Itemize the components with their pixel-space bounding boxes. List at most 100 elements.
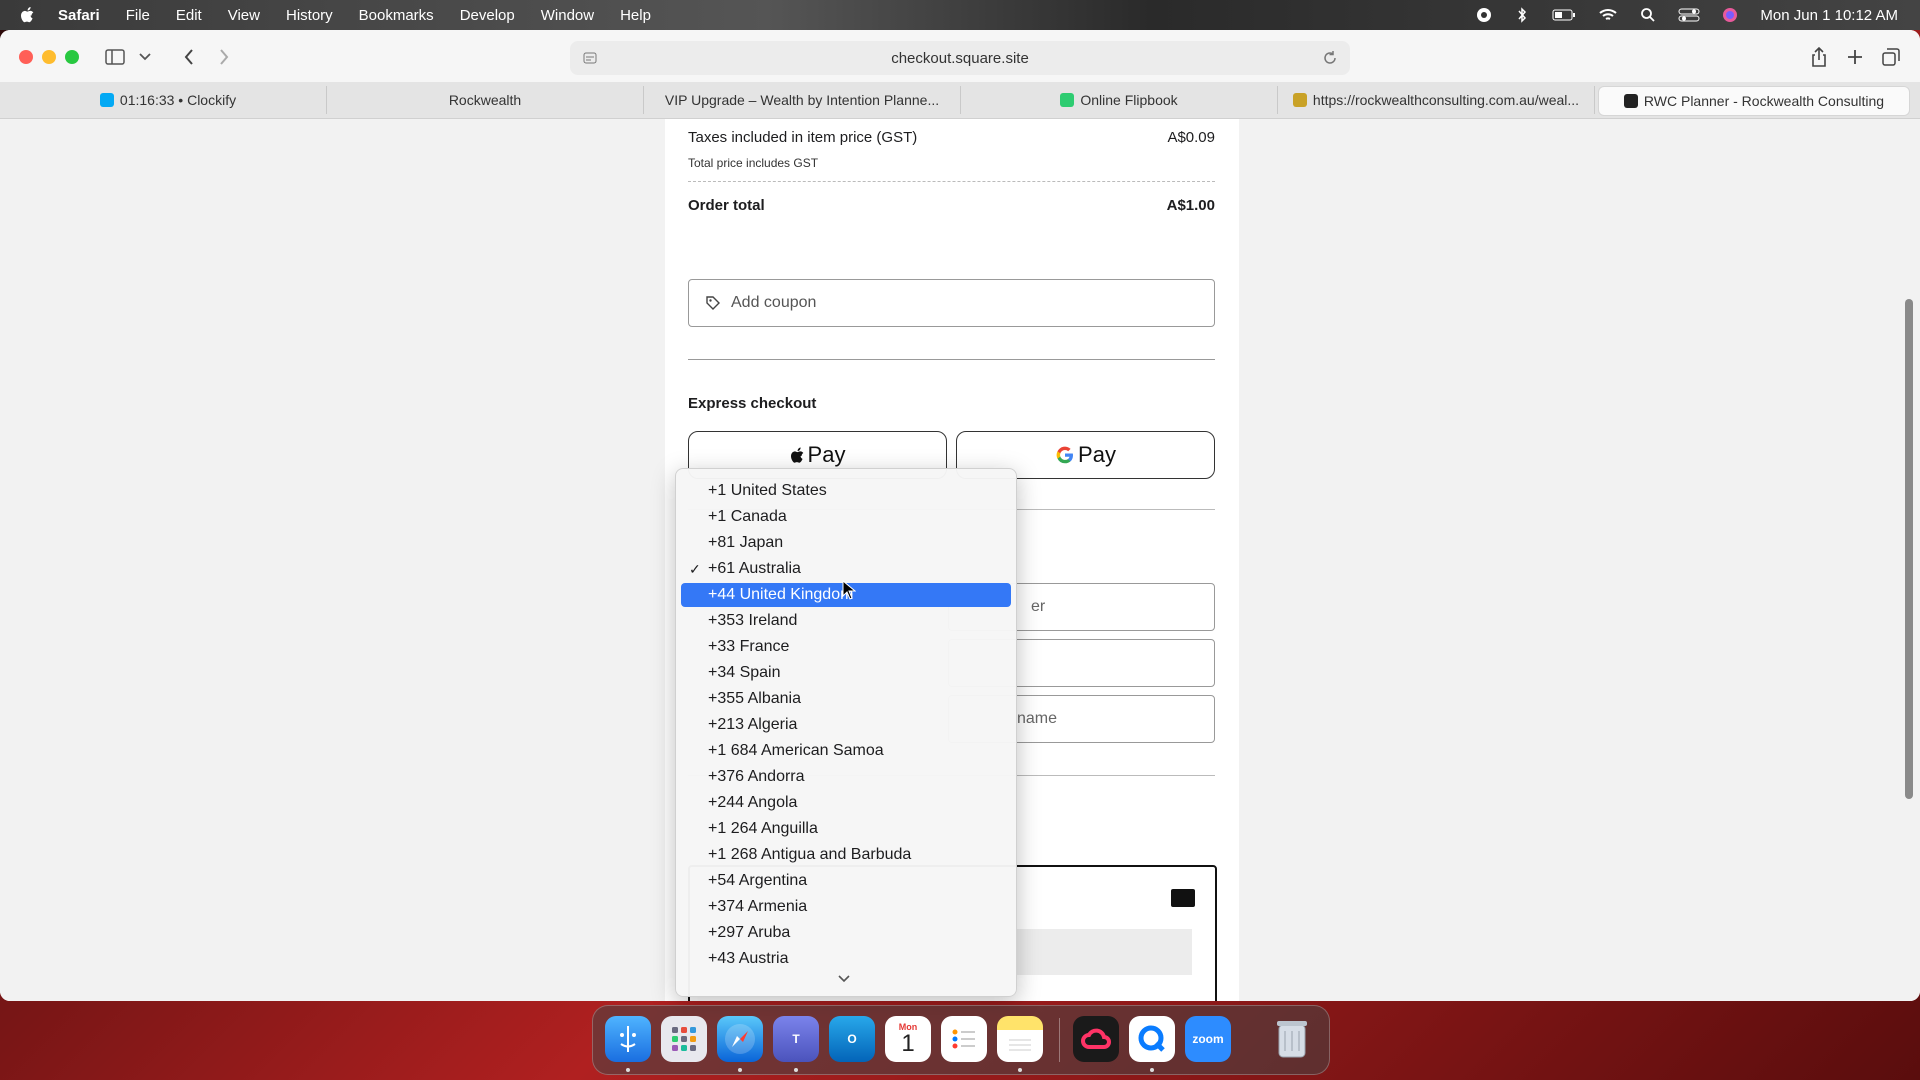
option-label: +213 Algeria [708, 716, 798, 733]
menu-bookmarks[interactable]: Bookmarks [359, 7, 434, 24]
dropdown-option[interactable]: +244 Angola [681, 791, 1011, 815]
teams-icon[interactable]: T [773, 1016, 819, 1062]
tab-bar: 01:16:33 • Clockify Rockwealth VIP Upgra… [0, 82, 1920, 119]
dropdown-option[interactable]: +54 Argentina [681, 869, 1011, 893]
apple-logo-icon[interactable] [20, 6, 36, 24]
option-label: +33 France [708, 638, 790, 655]
quickassist-icon[interactable] [1129, 1016, 1175, 1062]
trash-icon[interactable] [1269, 1016, 1315, 1062]
tag-icon [706, 296, 720, 310]
dropdown-option[interactable]: +1 268 Antigua and Barbuda [681, 843, 1011, 867]
option-label: +44 United Kingdom [708, 586, 854, 603]
dropdown-option[interactable]: +81 Japan [681, 531, 1011, 555]
dropdown-option[interactable]: +33 France [681, 635, 1011, 659]
zoom-window-button[interactable] [65, 50, 79, 64]
dropdown-option[interactable]: +376 Andorra [681, 765, 1011, 789]
country-code-dropdown[interactable]: +1 United States +1 Canada +81 Japan ✓ +… [675, 468, 1017, 997]
browser-toolbar: checkout.square.site [0, 30, 1920, 82]
menu-history[interactable]: History [286, 7, 333, 24]
rockwealth-favicon-icon [1292, 93, 1307, 107]
battery-icon[interactable] [1552, 7, 1576, 23]
menu-clock[interactable]: Mon Jun 1 10:12 AM [1760, 7, 1898, 24]
address-bar[interactable]: checkout.square.site [570, 41, 1350, 75]
option-label: +81 Japan [708, 534, 784, 551]
dropdown-option[interactable]: +374 Armenia [681, 895, 1011, 919]
share-icon[interactable] [1806, 44, 1832, 70]
tab-rockwealth[interactable]: Rockwealth [327, 86, 644, 114]
dropdown-option[interactable]: +1 Canada [681, 505, 1011, 529]
option-label: +43 Austria [708, 950, 789, 967]
calendar-icon[interactable]: Mon 1 [885, 1016, 931, 1062]
dropdown-option[interactable]: +297 Aruba [681, 921, 1011, 945]
dropdown-option[interactable]: +353 Ireland [681, 609, 1011, 633]
running-indicator [626, 1068, 630, 1072]
launchpad-icon[interactable] [661, 1016, 707, 1062]
back-button[interactable] [176, 44, 202, 70]
menu-develop[interactable]: Develop [460, 7, 515, 24]
tab-online-flipbook[interactable]: Online Flipbook [961, 86, 1278, 114]
sidebar-toggle-icon[interactable] [102, 44, 128, 70]
tab-clockify[interactable]: 01:16:33 • Clockify [10, 86, 327, 114]
dropdown-option[interactable]: +43 Austria [681, 947, 1011, 971]
reminders-icon[interactable] [941, 1016, 987, 1062]
finder-icon[interactable] [605, 1016, 651, 1062]
zoom-label: zoom [1192, 1032, 1224, 1046]
menu-view[interactable]: View [228, 7, 260, 24]
dropdown-option[interactable]: +213 Algeria [681, 713, 1011, 737]
tab-rwc-planner[interactable]: RWC Planner - Rockwealth Consulting [1598, 86, 1910, 116]
divider [688, 359, 1215, 360]
dropdown-option[interactable]: +1 264 Anguilla [681, 817, 1011, 841]
tab-vip-upgrade[interactable]: VIP Upgrade – Wealth by Intention Planne… [644, 86, 961, 114]
zoom-icon[interactable]: zoom [1185, 1016, 1231, 1062]
dropdown-option[interactable]: +1 United States [681, 479, 1011, 503]
coupon-placeholder: Add coupon [731, 294, 817, 311]
dropdown-option[interactable]: +355 Albania [681, 687, 1011, 711]
tab-label: VIP Upgrade – Wealth by Intention Planne… [664, 92, 940, 108]
forward-button[interactable] [211, 44, 237, 70]
menu-window[interactable]: Window [541, 7, 594, 24]
option-label: +376 Andorra [708, 768, 805, 785]
page-settings-icon[interactable] [582, 50, 598, 66]
close-window-button[interactable] [19, 50, 33, 64]
screen-record-icon[interactable] [1476, 7, 1492, 23]
dropdown-option[interactable]: +1 684 American Samoa [681, 739, 1011, 763]
menu-bar: Safari File Edit View History Bookmarks … [0, 0, 1920, 30]
chevron-down-icon[interactable] [132, 44, 158, 70]
tab-label: RWC Planner - Rockwealth Consulting [1643, 93, 1885, 109]
dropdown-option[interactable]: +34 Spain [681, 661, 1011, 685]
order-total-row: Order total A$1.00 [688, 197, 1215, 214]
rwc-favicon-icon [1623, 94, 1638, 108]
express-checkout-label: Express checkout [688, 395, 817, 412]
page-scrollbar[interactable] [1905, 299, 1913, 799]
scroll-down-chevron-icon[interactable] [838, 975, 850, 983]
running-indicator [738, 1068, 742, 1072]
new-tab-icon[interactable] [1842, 44, 1868, 70]
control-center-icon[interactable] [1678, 7, 1700, 23]
minimize-window-button[interactable] [42, 50, 56, 64]
apple-pay-label: Pay [807, 442, 846, 467]
tab-label: 01:16:33 • Clockify [119, 92, 237, 108]
tab-rockwealth-url[interactable]: https://rockwealthconsulting.com.au/weal… [1278, 86, 1595, 114]
running-indicator [1150, 1068, 1154, 1072]
add-coupon-input[interactable]: Add coupon [688, 279, 1215, 327]
checkmark-icon: ✓ [689, 560, 701, 577]
siri-icon[interactable] [1722, 7, 1738, 23]
creative-cloud-icon[interactable] [1073, 1016, 1119, 1062]
menu-file[interactable]: File [126, 7, 150, 24]
dropdown-option-selected[interactable]: ✓ +61 Australia [681, 557, 1011, 581]
wifi-icon[interactable] [1598, 7, 1618, 23]
option-label: +353 Ireland [708, 612, 798, 629]
menu-help[interactable]: Help [620, 7, 651, 24]
spotlight-search-icon[interactable] [1640, 7, 1656, 23]
last-name-placeholder: name [1017, 710, 1058, 727]
menu-app-name[interactable]: Safari [58, 7, 100, 24]
tab-overview-icon[interactable] [1878, 44, 1904, 70]
notes-icon[interactable] [997, 1016, 1043, 1062]
reload-icon[interactable] [1322, 50, 1338, 66]
outlook-icon[interactable]: O [829, 1016, 875, 1062]
bluetooth-icon[interactable] [1514, 7, 1530, 23]
menu-edit[interactable]: Edit [176, 7, 202, 24]
option-label: +54 Argentina [708, 872, 808, 889]
option-label: +61 Australia [708, 560, 801, 577]
safari-icon[interactable] [717, 1016, 763, 1062]
